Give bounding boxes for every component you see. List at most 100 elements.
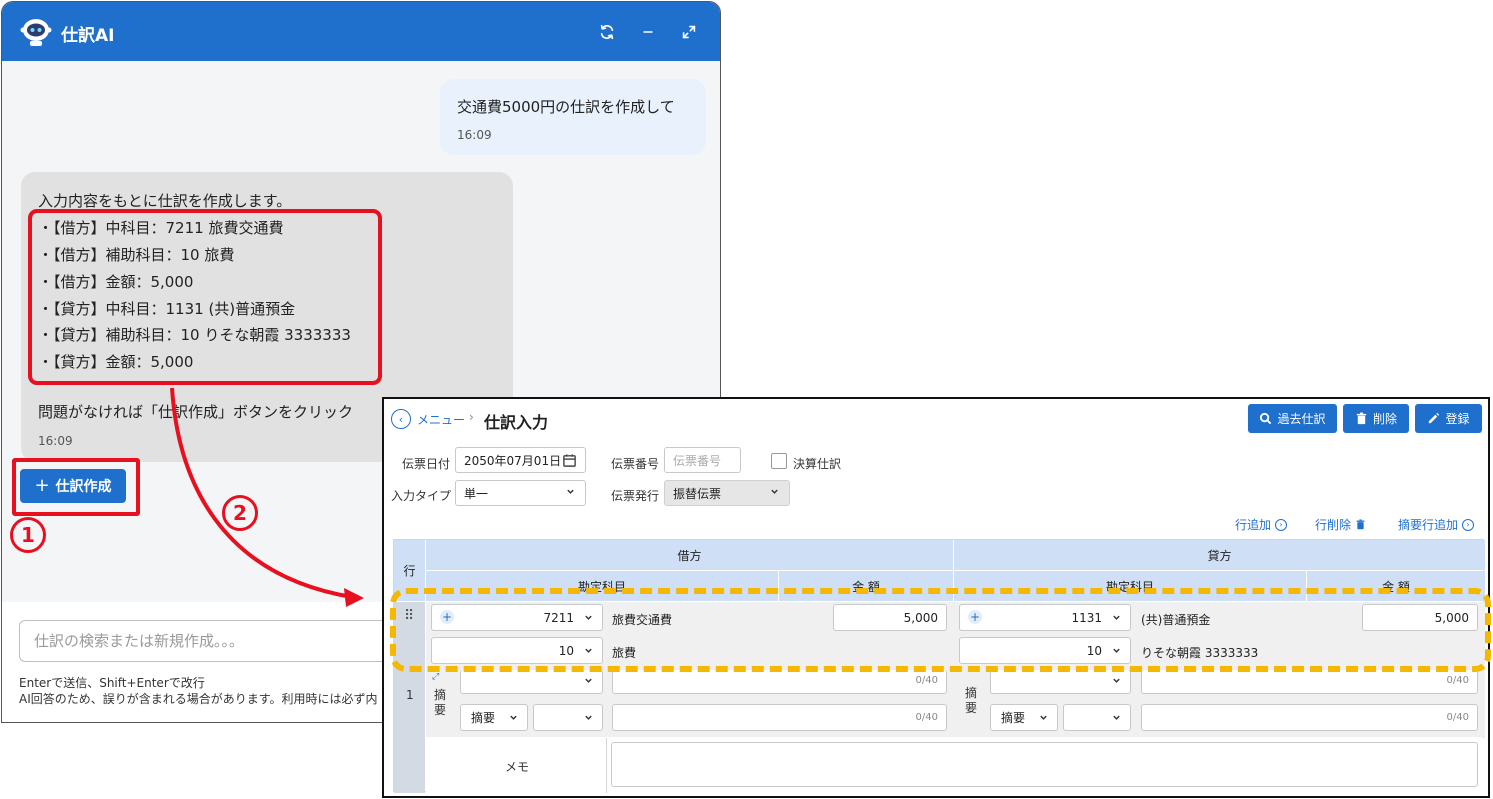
debit-summary-counter-1: 0/40 (915, 675, 938, 686)
settlement-label: 決算仕訳 (793, 457, 842, 471)
col-debit-label: 借方 (677, 548, 702, 563)
settlement-checkbox[interactable] (771, 453, 787, 469)
chat-input[interactable] (19, 620, 439, 662)
chevron-down-icon (1040, 715, 1047, 720)
col-debit-header: 借方 (426, 540, 953, 570)
footer-disclaimer: AI回答のため、誤りが含まれる場合があります。利用時には必ず内 (19, 692, 378, 706)
date-value: 2050年07月01日 (464, 453, 562, 468)
voucher-number-field[interactable]: 伝票番号 (664, 447, 741, 473)
memo-divider (606, 738, 607, 793)
voucher-issue-value: 振替伝票 (673, 486, 722, 501)
memo-label: メモ (505, 760, 530, 774)
credit-summary-counter-2: 0/40 (1446, 712, 1469, 723)
chevron-down-icon (771, 489, 778, 494)
ai-message-time: 16:09 (38, 434, 73, 448)
credit-summary-label: 摘 要 (965, 686, 978, 715)
col-row-label: 行 (403, 564, 416, 578)
voucher-issue-select[interactable]: 振替伝票 (664, 480, 790, 506)
user-message-time: 16:09 (457, 128, 492, 142)
breadcrumb-separator: › (469, 410, 474, 424)
chevron-down-icon (510, 715, 517, 720)
add-row-action[interactable]: 行追加 › (1235, 516, 1288, 533)
debit-summary-text-1[interactable]: 0/40 (612, 670, 947, 694)
expand-button[interactable] (678, 21, 700, 43)
credit-summary-sub-select[interactable] (1063, 704, 1131, 731)
voucher-number-placeholder: 伝票番号 (673, 453, 722, 468)
input-type-value: 単一 (464, 486, 489, 501)
chevron-right-circle-icon: › (1275, 518, 1288, 531)
calendar-icon[interactable] (562, 453, 577, 468)
delete-button-label: 削除 (1372, 412, 1397, 426)
history-button[interactable]: 過去仕訳 (1248, 404, 1337, 433)
credit-summary-text-1[interactable]: 0/40 (1141, 670, 1478, 694)
debit-summary-counter-2: 0/40 (915, 712, 938, 723)
debit-summary-text-2[interactable]: 0/40 (612, 704, 947, 731)
trash-icon (1356, 519, 1365, 530)
step-2-label: 2 (233, 501, 247, 525)
plus-icon: + (34, 475, 50, 496)
debit-summary-sub-select[interactable] (533, 704, 603, 731)
voucher-issue-label: 伝票発行 (611, 489, 660, 503)
step-2-marker: 2 (222, 495, 258, 531)
debit-summary-label: 摘 要 (434, 688, 447, 717)
chevron-right-circle-icon: › (1462, 518, 1475, 531)
credit-summary-text-2[interactable]: 0/40 (1141, 704, 1478, 731)
page-title: 仕訳入力 (484, 413, 549, 432)
voucher-number-label: 伝票番号 (611, 457, 660, 471)
register-button-label: 登録 (1445, 412, 1470, 426)
date-field[interactable]: 2050年07月01日 (455, 447, 586, 473)
breadcrumb-menu-link[interactable]: メニュー (417, 411, 465, 428)
credit-summary-code-select[interactable] (990, 670, 1131, 694)
stage: 仕訳AI 交通費5000円の仕訳を作成して 16:09 入力内容をもとに仕訳を作… (0, 0, 1493, 799)
debit-summary-type-value: 摘要 (471, 711, 496, 725)
chevron-down-icon (567, 489, 574, 494)
input-type-label: 入力タイプ (391, 489, 452, 503)
register-button[interactable]: 登録 (1415, 404, 1482, 433)
credit-summary-type-value: 摘要 (1001, 711, 1026, 725)
chevron-down-icon (1113, 678, 1120, 683)
delete-button[interactable]: 削除 (1343, 404, 1409, 433)
input-type-select[interactable]: 単一 (455, 480, 586, 506)
credit-summary-counter-1: 0/40 (1446, 675, 1469, 686)
user-message-text: 交通費5000円の仕訳を作成して (457, 98, 675, 116)
add-summary-row-label: 摘要行追加 (1398, 518, 1459, 532)
refresh-icon (600, 24, 614, 40)
step-1-marker: 1 (10, 517, 46, 553)
credit-summary-type-select[interactable]: 摘要 (990, 704, 1058, 731)
chevron-left-icon: ‹ (398, 412, 404, 426)
chat-title: 仕訳AI (61, 26, 115, 46)
debit-summary-type-select[interactable]: 摘要 (460, 704, 528, 731)
trash-icon (1356, 412, 1367, 425)
highlight-frame-journal-rows (390, 588, 1491, 672)
create-journal-label: 仕訳作成 (55, 479, 112, 495)
step-1-label: 1 (21, 523, 35, 547)
add-summary-row-action[interactable]: 摘要行追加 › (1398, 516, 1475, 533)
ai-note-text: 問題がなければ「仕訳作成」ボタンをクリック (38, 403, 354, 421)
row-number: 1 (406, 688, 414, 702)
minimize-button[interactable] (637, 21, 659, 43)
refresh-button[interactable] (596, 21, 618, 43)
highlight-frame-ai-lines (28, 209, 382, 385)
footer-hint: Enterで送信、Shift+Enterで改行 (19, 676, 205, 690)
add-row-label: 行追加 (1235, 518, 1272, 532)
memo-field[interactable] (611, 742, 1478, 787)
search-icon (1260, 412, 1272, 425)
col-credit-header: 貸方 (954, 540, 1485, 570)
delete-row-label: 行削除 (1315, 518, 1352, 532)
ai-intro-text: 入力内容をもとに仕訳を作成します。 (38, 192, 292, 210)
debit-summary-code-select[interactable] (460, 670, 603, 694)
user-message-bubble: 交通費5000円の仕訳を作成して 16:09 (440, 79, 706, 155)
create-journal-button[interactable]: + 仕訳作成 (20, 469, 126, 503)
chat-header: 仕訳AI (2, 2, 720, 61)
chevron-down-icon (585, 715, 592, 720)
pencil-icon (1429, 412, 1440, 424)
robot-logo-icon (20, 19, 52, 46)
back-button[interactable]: ‹ (391, 409, 411, 429)
delete-row-action[interactable]: 行削除 (1315, 516, 1366, 533)
minimize-icon (643, 31, 653, 33)
chevron-down-icon (585, 678, 592, 683)
expand-icon[interactable]: ⤢ (432, 672, 439, 682)
date-label: 伝票日付 (402, 457, 451, 471)
chevron-down-icon (1113, 715, 1120, 720)
expand-icon (682, 25, 696, 39)
